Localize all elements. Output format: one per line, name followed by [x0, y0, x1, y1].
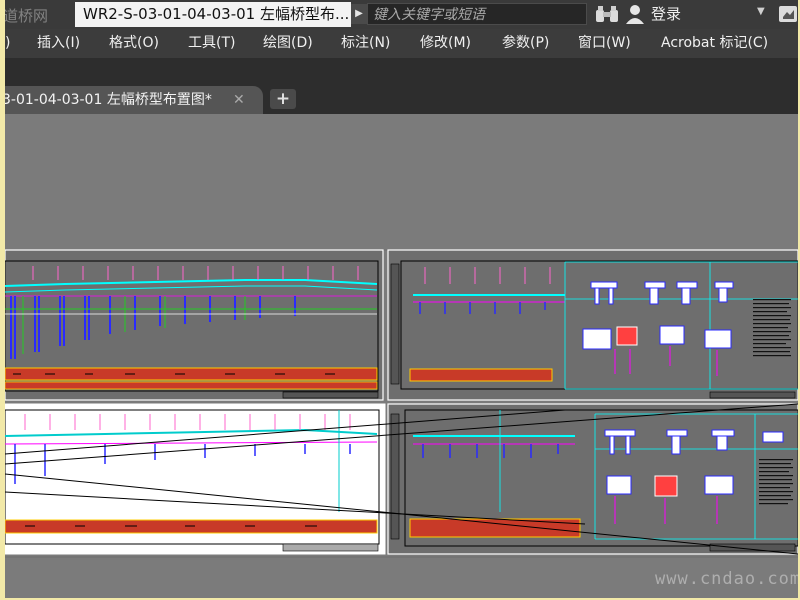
site-watermark: www.cndao.com [655, 569, 798, 589]
drawing-canvas[interactable] [5, 114, 798, 598]
menu-item-acrobat[interactable]: Acrobat 标记(C) [661, 29, 768, 58]
file-tab-bar: 3-01-04-03-01 左幅桥型布置图* ✕ + [5, 84, 798, 114]
ribbon-area [5, 58, 798, 84]
cad-drawing [5, 249, 798, 558]
menu-item-tools[interactable]: 工具(T) [188, 29, 235, 58]
tab-drawing[interactable]: 3-01-04-03-01 左幅桥型布置图* ✕ [5, 86, 263, 114]
sheet-top-left [5, 249, 384, 401]
search-input[interactable]: 键入关键字或短语 [367, 3, 587, 25]
login-button[interactable]: 登录 [651, 4, 681, 24]
application-window: 道桥网 WR2-S-03-01-04-03-01 左幅桥型布... ▶ 键入关键… [5, 0, 798, 598]
title-bar: 道桥网 WR2-S-03-01-04-03-01 左幅桥型布... ▶ 键入关键… [5, 0, 798, 29]
menu-bar: ) 插入(I) 格式(O) 工具(T) 绘图(D) 标注(N) 修改(M) 参数… [5, 29, 798, 58]
menu-item-view[interactable]: ) [5, 29, 10, 58]
menu-item-format[interactable]: 格式(O) [109, 29, 159, 58]
new-tab-button[interactable]: + [270, 89, 296, 109]
tab-drawing-label: 3-01-04-03-01 左幅桥型布置图* [5, 92, 212, 108]
menu-item-parameters[interactable]: 参数(P) [502, 29, 549, 58]
search-dropdown-button[interactable]: ▶ [351, 4, 367, 24]
site-logo-watermark: 道桥网 [5, 7, 49, 25]
close-icon[interactable]: ✕ [233, 86, 245, 114]
sheet-top-right [387, 249, 798, 401]
document-title: WR2-S-03-01-04-03-01 左幅桥型布... [75, 2, 351, 27]
sheet-bottom-right [387, 403, 798, 555]
help-icon[interactable] [777, 3, 798, 25]
binoculars-icon[interactable] [595, 5, 619, 23]
menu-item-dimension[interactable]: 标注(N) [341, 29, 390, 58]
user-icon[interactable] [625, 4, 645, 24]
menu-item-window[interactable]: 窗口(W) [578, 29, 631, 58]
play-arrow-icon: ▶ [355, 8, 363, 19]
menu-item-draw[interactable]: 绘图(D) [263, 29, 313, 58]
menu-item-modify[interactable]: 修改(M) [420, 29, 471, 58]
chevron-down-icon[interactable]: ▼ [757, 6, 765, 17]
menu-item-insert[interactable]: 插入(I) [37, 29, 80, 58]
sheet-bottom-left [5, 403, 386, 555]
